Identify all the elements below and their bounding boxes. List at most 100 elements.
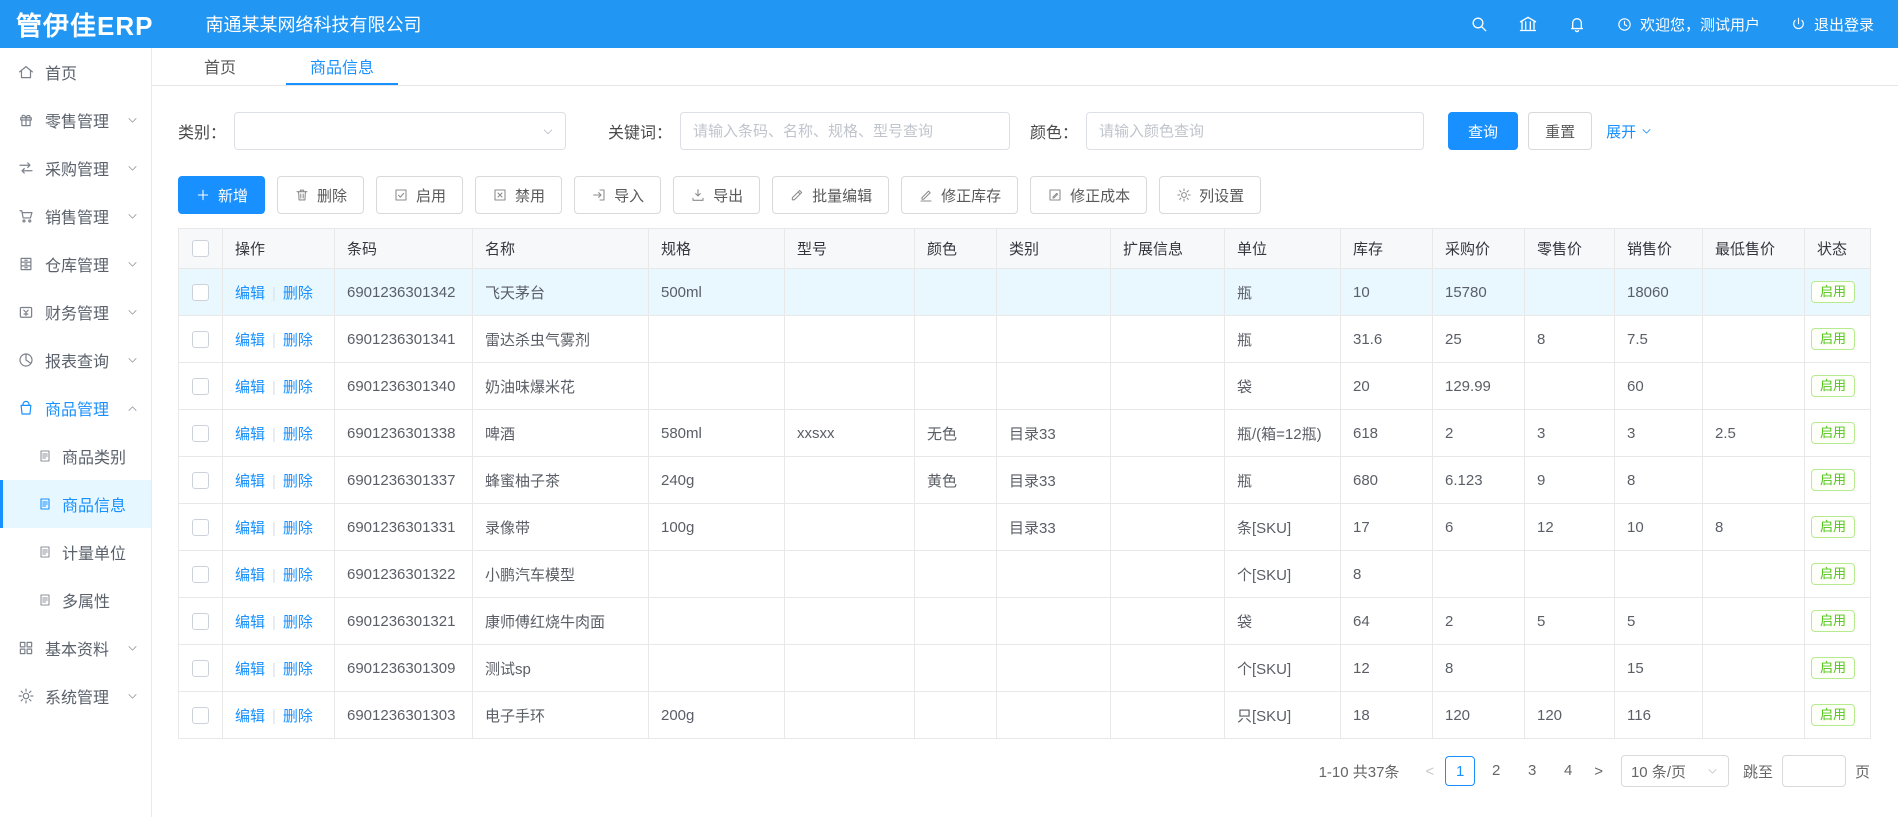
delete-link[interactable]: 删除 — [283, 520, 313, 537]
cell-barcode: 6901236301331 — [335, 504, 473, 551]
cell-status: 启用 — [1805, 457, 1871, 504]
edit-link[interactable]: 编辑 — [235, 473, 265, 490]
enable-button[interactable]: 启用 — [376, 176, 463, 214]
tab[interactable]: 商品信息 — [286, 48, 398, 85]
cell-min_price: 2.5 — [1703, 410, 1805, 457]
jump-page-input[interactable] — [1782, 755, 1846, 787]
sidebar-item[interactable]: 系统管理 — [0, 672, 151, 720]
row-checkbox[interactable] — [192, 331, 209, 348]
sidebar-item[interactable]: 采购管理 — [0, 144, 151, 192]
sidebar-subitem-label: 商品类别 — [62, 444, 126, 468]
cell-retail_price — [1525, 363, 1615, 410]
welcome-user[interactable]: 欢迎您，测试用户 — [1616, 14, 1760, 35]
edit-link[interactable]: 编辑 — [235, 520, 265, 537]
row-checkbox[interactable] — [192, 472, 209, 489]
row-checkbox[interactable] — [192, 284, 209, 301]
sidebar-item[interactable]: 财务管理 — [0, 288, 151, 336]
sidebar-item[interactable]: 首页 — [0, 48, 151, 96]
cell-model — [785, 551, 915, 598]
header-actions: 欢迎您，测试用户 退出登录 — [1469, 14, 1898, 35]
cell-purchase_price: 15780 — [1433, 269, 1525, 316]
delete-link[interactable]: 删除 — [283, 614, 313, 631]
import-button[interactable]: 导入 — [574, 176, 661, 214]
edit-link[interactable]: 编辑 — [235, 661, 265, 678]
fix-stock-button[interactable]: 修正库存 — [901, 176, 1018, 214]
page-size-select[interactable]: 10 条/页 — [1621, 755, 1729, 787]
row-checkbox[interactable] — [192, 378, 209, 395]
sidebar-item[interactable]: 基本资料 — [0, 624, 151, 672]
cell-retail_price — [1525, 269, 1615, 316]
color-label: 颜色： — [1030, 119, 1078, 143]
delete-button[interactable]: 删除 — [277, 176, 364, 214]
sidebar-item[interactable]: 仓库管理 — [0, 240, 151, 288]
category-select[interactable] — [234, 112, 566, 150]
page-number[interactable]: 4 — [1553, 756, 1583, 786]
page-number[interactable]: 1 — [1445, 756, 1475, 786]
add-button[interactable]: 新增 — [178, 176, 265, 214]
logout-button[interactable]: 退出登录 — [1790, 14, 1874, 35]
row-checkbox[interactable] — [192, 425, 209, 442]
status-badge: 启用 — [1811, 516, 1855, 539]
column-header: 类别 — [997, 229, 1111, 269]
edit-link[interactable]: 编辑 — [235, 332, 265, 349]
select-all-checkbox[interactable] — [192, 240, 209, 257]
sidebar-item[interactable]: 报表查询 — [0, 336, 151, 384]
chevron-up-icon — [126, 402, 139, 415]
disable-button[interactable]: 禁用 — [475, 176, 562, 214]
plus-icon — [195, 187, 211, 203]
sidebar-subitem[interactable]: 计量单位 — [0, 528, 151, 576]
edit-link[interactable]: 编辑 — [235, 614, 265, 631]
expand-link[interactable]: 展开 — [1606, 121, 1653, 142]
delete-link[interactable]: 删除 — [283, 285, 313, 302]
row-checkbox[interactable] — [192, 519, 209, 536]
keyword-input[interactable] — [680, 112, 1010, 150]
row-checkbox[interactable] — [192, 707, 209, 724]
row-checkbox[interactable] — [192, 613, 209, 630]
table-body: 编辑|删除6901236301342飞天茅台500ml瓶101578018060… — [179, 269, 1871, 739]
row-checkbox[interactable] — [192, 660, 209, 677]
bell-icon[interactable] — [1567, 14, 1587, 34]
delete-link[interactable]: 删除 — [283, 332, 313, 349]
edit-link[interactable]: 编辑 — [235, 708, 265, 725]
reset-button[interactable]: 重置 — [1528, 112, 1592, 150]
sidebar-subitem[interactable]: 商品类别 — [0, 432, 151, 480]
edit-link[interactable]: 编辑 — [235, 285, 265, 302]
cell-color — [915, 504, 997, 551]
next-page-button[interactable]: > — [1586, 763, 1611, 780]
cell-ext — [1111, 457, 1225, 504]
page-number[interactable]: 2 — [1481, 756, 1511, 786]
edit-link[interactable]: 编辑 — [235, 379, 265, 396]
delete-link[interactable]: 删除 — [283, 426, 313, 443]
cell-status: 启用 — [1805, 410, 1871, 457]
sidebar-item[interactable]: 商品管理 — [0, 384, 151, 432]
edit-link[interactable]: 编辑 — [235, 426, 265, 443]
app-logo: 管伊佳ERP — [0, 6, 153, 43]
prev-page-button[interactable]: < — [1417, 763, 1442, 780]
delete-link[interactable]: 删除 — [283, 473, 313, 490]
delete-link[interactable]: 删除 — [283, 567, 313, 584]
sidebar-subitem[interactable]: 多属性 — [0, 576, 151, 624]
cell-stock: 12 — [1341, 645, 1433, 692]
sidebar-item[interactable]: 零售管理 — [0, 96, 151, 144]
search-button[interactable]: 查询 — [1448, 112, 1518, 150]
check-square-icon — [393, 187, 409, 203]
delete-link[interactable]: 删除 — [283, 708, 313, 725]
cell-ext — [1111, 504, 1225, 551]
batch-edit-button[interactable]: 批量编辑 — [772, 176, 889, 214]
clock-icon — [1616, 16, 1633, 33]
column-settings-button[interactable]: 列设置 — [1159, 176, 1261, 214]
search-icon[interactable] — [1469, 14, 1489, 34]
fix-cost-button[interactable]: 修正成本 — [1030, 176, 1147, 214]
page-number[interactable]: 3 — [1517, 756, 1547, 786]
tab[interactable]: 首页 — [180, 48, 260, 85]
sidebar-subitem[interactable]: 商品信息 — [0, 480, 151, 528]
sidebar-item[interactable]: 销售管理 — [0, 192, 151, 240]
edit-link[interactable]: 编辑 — [235, 567, 265, 584]
delete-link[interactable]: 删除 — [283, 661, 313, 678]
table-row: 编辑|删除6901236301331录像带100g目录33条[SKU]17612… — [179, 504, 1871, 551]
export-button[interactable]: 导出 — [673, 176, 760, 214]
bank-icon[interactable] — [1518, 14, 1538, 34]
color-input[interactable] — [1086, 112, 1424, 150]
delete-link[interactable]: 删除 — [283, 379, 313, 396]
row-checkbox[interactable] — [192, 566, 209, 583]
